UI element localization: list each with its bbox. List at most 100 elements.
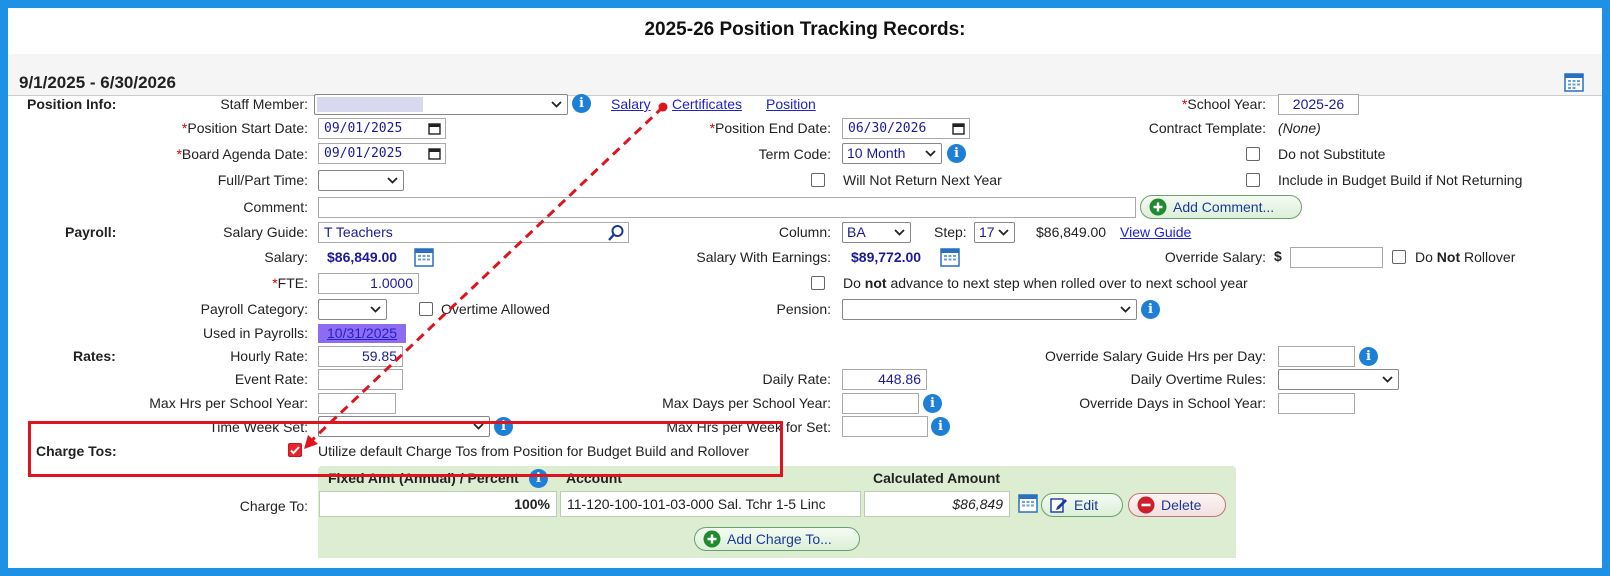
info-icon[interactable]: i	[931, 417, 950, 436]
edit-icon	[1050, 498, 1067, 513]
column-label: Column:	[778, 224, 831, 240]
step-select[interactable]: 17	[974, 222, 1015, 243]
max-hrs-input[interactable]	[318, 393, 396, 414]
salary-earnings-value: $89,772.00	[851, 249, 922, 265]
row-percent: 100%	[319, 491, 557, 517]
calendar-icon	[428, 123, 441, 135]
used-in-payrolls-link[interactable]: 10/31/2025	[318, 324, 407, 343]
chevron-down-icon	[925, 150, 936, 157]
do-not-substitute-label: Do not Substitute	[1278, 146, 1386, 162]
comment-label: Comment:	[243, 199, 308, 215]
contract-template-value: (None)	[1278, 120, 1321, 136]
info-icon[interactable]: i	[947, 144, 966, 163]
info-icon[interactable]: i	[572, 94, 591, 113]
info-icon[interactable]: i	[1141, 300, 1160, 319]
position-link[interactable]: Position	[766, 96, 816, 112]
override-hrs-input[interactable]	[1278, 346, 1355, 367]
payroll-category-label: Payroll Category:	[200, 301, 308, 317]
position-start-label: *Position Start Date:	[181, 120, 308, 136]
max-hrs-week-input[interactable]	[842, 416, 928, 437]
header-calculated-amount: Calculated Amount	[873, 470, 1001, 486]
calendar-icon[interactable]	[1018, 493, 1038, 513]
calendar-icon[interactable]	[414, 247, 434, 267]
daily-overtime-label: Daily Overtime Rules:	[1130, 371, 1266, 387]
override-days-input[interactable]	[1278, 393, 1355, 414]
edit-button[interactable]: Edit	[1041, 493, 1123, 517]
highlight-box	[28, 421, 783, 477]
include-budget-checkbox[interactable]	[1246, 173, 1260, 187]
step-amount: $86,849.00	[1036, 224, 1107, 240]
salary-link[interactable]: Salary	[611, 96, 651, 112]
max-hrs-label: Max Hrs per School Year:	[149, 395, 308, 411]
do-not-rollover-label: Do Not Rollover	[1415, 249, 1516, 265]
info-icon[interactable]: i	[1359, 347, 1378, 366]
do-not-rollover-checkbox[interactable]	[1392, 250, 1406, 264]
will-not-return-checkbox[interactable]	[811, 173, 825, 187]
school-year-label: *School Year:	[1181, 96, 1266, 112]
salary-guide-input[interactable]: T Teachers	[318, 222, 629, 243]
position-end-input[interactable]: 06/30/2026	[842, 118, 970, 139]
daily-rate-input[interactable]: 448.86	[842, 369, 927, 390]
pension-select[interactable]	[842, 299, 1137, 320]
chevron-down-icon	[1120, 306, 1131, 313]
position-info-section-label: Position Info:	[27, 96, 117, 112]
override-salary-label: Override Salary:	[1164, 249, 1266, 265]
salary-value: $86,849.00	[327, 249, 398, 265]
position-end-label: *Position End Date:	[709, 120, 831, 136]
board-agenda-input[interactable]: 09/01/2025	[318, 143, 446, 164]
certificates-link[interactable]: Certificates	[672, 96, 742, 112]
comment-input[interactable]	[318, 197, 1136, 218]
fte-input[interactable]: 1.0000	[318, 273, 419, 294]
row-account: 11-120-100-101-03-000 Sal. Tchr 1-5 Linc	[560, 491, 861, 517]
page-title: 2025-26 Position Tracking Records:	[644, 19, 966, 40]
search-icon[interactable]	[607, 224, 625, 242]
row-amount: $86,849	[864, 491, 1010, 517]
term-code-select[interactable]: 10 Month	[842, 143, 942, 164]
full-part-select[interactable]	[318, 170, 404, 191]
plus-circle-icon	[703, 530, 721, 548]
chevron-down-icon	[551, 101, 562, 108]
salary-guide-label: Salary Guide:	[223, 224, 308, 240]
chevron-down-icon	[387, 177, 398, 184]
event-rate-input[interactable]	[318, 369, 403, 390]
dollar-sign: $	[1274, 248, 1282, 264]
do-not-advance-label: Do not advance to next step when rolled …	[843, 275, 1248, 291]
staff-member-select[interactable]	[314, 94, 568, 115]
salary-label: Salary:	[264, 249, 308, 265]
view-guide-link[interactable]: View Guide	[1120, 224, 1191, 240]
calendar-icon[interactable]	[940, 247, 960, 267]
daily-overtime-select[interactable]	[1278, 369, 1399, 390]
hourly-rate-input[interactable]: 59.85	[318, 346, 403, 367]
used-in-payrolls-label: Used in Payrolls:	[202, 325, 308, 341]
payroll-category-select[interactable]	[318, 299, 387, 320]
date-range: 9/1/2025 - 6/30/2026	[19, 73, 176, 92]
override-days-label: Override Days in School Year:	[1079, 395, 1266, 411]
add-comment-button[interactable]: Add Comment...	[1140, 195, 1302, 219]
max-days-input[interactable]	[842, 393, 919, 414]
hourly-rate-label: Hourly Rate:	[230, 348, 308, 364]
column-select[interactable]: BA	[842, 222, 911, 243]
term-code-label: Term Code:	[758, 146, 831, 162]
overtime-allowed-label: Overtime Allowed	[441, 301, 550, 317]
do-not-advance-checkbox[interactable]	[811, 276, 825, 290]
add-charge-button[interactable]: Add Charge To...	[694, 527, 860, 551]
position-start-input[interactable]: 09/01/2025	[318, 118, 446, 139]
contract-template-label: Contract Template:	[1148, 120, 1266, 136]
overtime-allowed-checkbox[interactable]	[419, 302, 433, 316]
calendar-icon	[428, 148, 441, 160]
override-hrs-label: Override Salary Guide Hrs per Day:	[1045, 348, 1266, 364]
will-not-return-label: Will Not Return Next Year	[843, 172, 1002, 188]
salary-earnings-label: Salary With Earnings:	[696, 249, 831, 265]
charge-to-table: Fixed Amt (Annual) / Percent i Account C…	[318, 466, 1236, 558]
redacted-name	[317, 97, 423, 112]
do-not-substitute-checkbox[interactable]	[1246, 147, 1260, 161]
calendar-icon[interactable]	[1564, 72, 1584, 92]
info-icon[interactable]: i	[923, 394, 942, 413]
charge-to-label: Charge To:	[239, 498, 308, 514]
pension-label: Pension:	[776, 301, 831, 317]
override-salary-input[interactable]	[1290, 247, 1383, 268]
calendar-icon	[952, 123, 965, 135]
staff-member-label: Staff Member:	[220, 96, 308, 112]
delete-button[interactable]: Delete	[1128, 493, 1226, 517]
school-year-field: 2025-26	[1278, 94, 1359, 115]
